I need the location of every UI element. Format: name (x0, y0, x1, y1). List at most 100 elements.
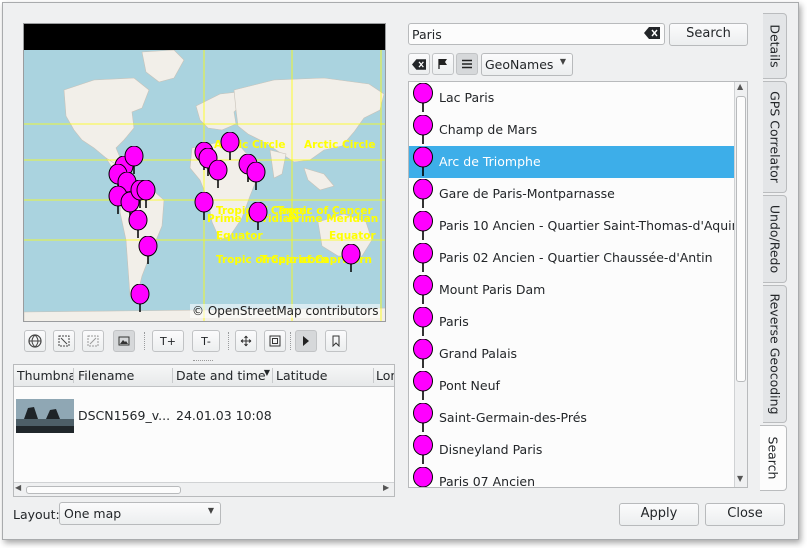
list-item-label: Paris 07 Ancien (439, 474, 536, 488)
show-markers-button[interactable] (432, 53, 454, 75)
clear-icon (412, 58, 426, 70)
show-thumbnails-button[interactable] (113, 330, 135, 352)
search-button[interactable]: Search (669, 23, 748, 46)
place-marker-icon (413, 243, 433, 272)
column-header-longitude[interactable]: Longitude (374, 368, 394, 383)
layout-combobox[interactable]: One map ▼ (59, 502, 221, 525)
tab-gps-correlator-label: GPS Correlator (767, 91, 782, 183)
list-item-label: Gare de Paris-Montparnasse (439, 186, 615, 201)
image-table: Thumbnail Filename Date and time ▼ Latit… (13, 364, 395, 497)
tab-reverse-geocoding-label: Reverse Geocoding (767, 293, 782, 415)
pan-button[interactable] (235, 330, 257, 352)
map-top-bar (24, 24, 385, 50)
decrease-thumbnail-button[interactable]: T- (192, 330, 220, 352)
search-input[interactable]: Paris (408, 23, 665, 45)
tab-undo-redo-label: Undo/Redo (767, 204, 782, 274)
list-item[interactable]: Saint-Germain-des-Prés (409, 402, 735, 434)
list-item[interactable]: Champ de Mars (409, 114, 735, 146)
map-label-equator: Equator (329, 230, 376, 242)
map-marker[interactable] (246, 162, 266, 192)
map-marker[interactable] (220, 132, 240, 162)
tab-undo-redo[interactable]: Undo/Redo (763, 195, 787, 283)
column-header-filename[interactable]: Filename (74, 368, 173, 383)
tab-details[interactable]: Details (763, 13, 787, 79)
toolbar-separator (144, 332, 145, 350)
map-attribution: © OpenStreetMap contributors (190, 304, 381, 318)
flag-icon (438, 59, 447, 69)
map-land (24, 50, 385, 321)
bookmark-icon (332, 335, 340, 347)
world-map[interactable]: Arctic Circle Arctic Circle Tropic of Ca… (23, 23, 386, 322)
vertical-scrollbar[interactable]: ▲ ▼ (734, 82, 747, 487)
list-item-label: Grand Palais (439, 346, 518, 361)
column-header-thumbnail[interactable]: Thumbnail (14, 368, 74, 383)
list-item-label: Saint-Germain-des-Prés (439, 410, 587, 425)
list-item[interactable]: Disneyland Paris (409, 434, 735, 466)
map-marker[interactable] (136, 180, 156, 210)
scrollbar-thumb[interactable] (26, 486, 181, 494)
tab-gps-correlator[interactable]: GPS Correlator (763, 81, 787, 193)
map-marker[interactable] (248, 202, 268, 232)
list-item[interactable]: Paris 02 Ancien - Quartier Chaussée-d'An… (409, 242, 735, 274)
move-icon (240, 335, 252, 347)
pointer-button[interactable] (295, 330, 317, 352)
scroll-left-arrow[interactable]: ◀ (15, 483, 21, 492)
list-item-label: Paris 10 Ancien - Quartier Saint-Thomas-… (439, 218, 740, 233)
place-marker-icon (413, 211, 433, 240)
list-item[interactable]: Grand Palais (409, 338, 735, 370)
list-item[interactable]: Paris 07 Ancien (409, 466, 735, 488)
scroll-right-arrow[interactable]: ▶ (383, 483, 389, 492)
search-source-combobox[interactable]: GeoNames ▼ (481, 53, 573, 76)
scroll-up-arrow[interactable]: ▲ (737, 82, 743, 91)
list-item[interactable]: Gare de Paris-Montparnasse (409, 178, 735, 210)
place-marker-icon (413, 371, 433, 400)
list-item-label: Mount Paris Dam (439, 282, 546, 297)
clear-results-button[interactable] (408, 53, 430, 75)
place-marker-icon (413, 403, 433, 432)
toolbar-separator (228, 332, 229, 350)
splitter-handle[interactable] (193, 360, 213, 363)
list-item[interactable]: Lac Paris (409, 82, 735, 114)
map-marker[interactable] (130, 284, 150, 314)
place-marker-icon (413, 83, 433, 112)
list-item[interactable]: Paris 10 Ancien - Quartier Saint-Thomas-… (409, 210, 740, 242)
close-button[interactable]: Close (705, 503, 785, 526)
globe-button[interactable] (24, 330, 46, 352)
place-marker-icon (413, 115, 433, 144)
column-header-latitude[interactable]: Latitude (273, 368, 374, 383)
list-item[interactable]: Pont Neuf (409, 370, 735, 402)
apply-button[interactable]: Apply (619, 503, 699, 526)
place-marker-icon (413, 435, 433, 464)
column-header-date[interactable]: Date and time ▼ (173, 368, 273, 383)
scrollbar-thumb[interactable] (736, 96, 746, 382)
row-datetime: 24.01.03 10:08 (176, 408, 272, 423)
list-item[interactable]: Mount Paris Dam (409, 274, 735, 306)
select-region-button[interactable] (264, 330, 286, 352)
list-view-button[interactable] (456, 53, 478, 75)
list-item-label: Champ de Mars (439, 122, 538, 137)
tab-details-label: Details (767, 24, 782, 68)
map-marker[interactable] (138, 236, 158, 266)
scroll-down-arrow[interactable]: ▼ (737, 474, 743, 483)
list-item[interactable]: Paris (409, 306, 735, 338)
map-marker[interactable] (341, 244, 361, 274)
clear-text-icon[interactable] (644, 27, 660, 42)
zoom-selection-button[interactable] (82, 330, 104, 352)
list-item[interactable]: Arc de Triomphe (409, 146, 735, 178)
tab-search[interactable]: Search (760, 425, 787, 491)
list-item-label: Paris (439, 314, 469, 329)
table-row[interactable]: DSCN1569_v... 24.01.03 10:08 (14, 393, 394, 437)
bookmark-button[interactable] (325, 330, 347, 352)
zoom-to-fit-button[interactable] (53, 330, 75, 352)
layout-value: One map (64, 506, 122, 521)
map-marker[interactable] (208, 160, 228, 190)
list-item-label: Arc de Triomphe (439, 154, 541, 169)
tab-reverse-geocoding[interactable]: Reverse Geocoding (763, 285, 787, 423)
region-icon (269, 335, 281, 347)
place-marker-icon (413, 275, 433, 304)
map-marker[interactable] (194, 192, 214, 222)
horizontal-scrollbar[interactable]: ◀ ▶ (14, 482, 394, 496)
place-marker-icon (413, 467, 433, 487)
increase-thumbnail-button[interactable]: T+ (152, 330, 184, 352)
search-source-value: GeoNames (485, 57, 554, 72)
